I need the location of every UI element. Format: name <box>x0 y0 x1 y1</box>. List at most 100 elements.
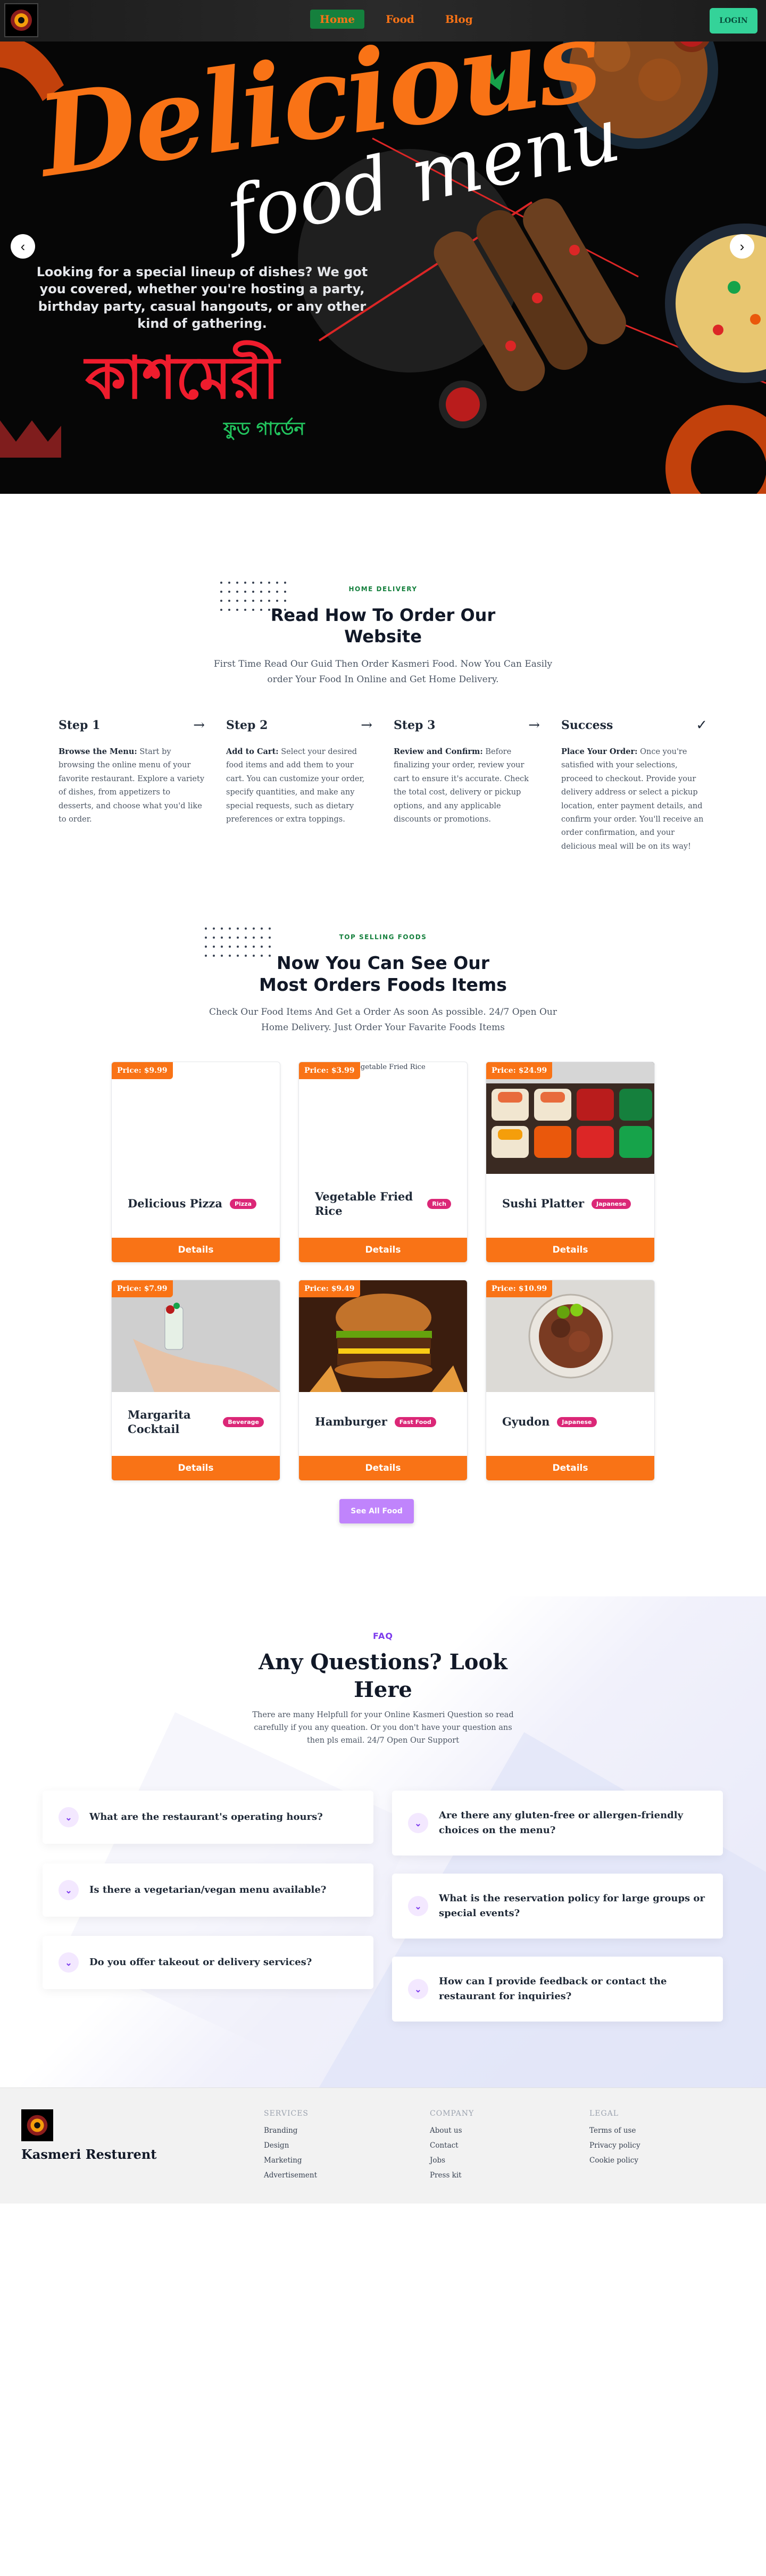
faq-question: Are there any gluten-free or allergen-fr… <box>439 1810 684 1836</box>
check-icon: ✓ <box>696 717 707 733</box>
carousel-next-button[interactable]: › <box>730 234 754 259</box>
price-badge: Price: $24.99 <box>486 1062 553 1079</box>
food-name: Gyudon <box>502 1415 550 1429</box>
step-title: Step 2 <box>226 718 268 732</box>
food-tag: Japanese <box>557 1417 597 1427</box>
footer-link[interactable]: Terms of use <box>589 2126 640 2135</box>
faq-title: Any Questions? Look Here <box>259 1650 507 1702</box>
step-title: Success <box>561 718 613 732</box>
chevron-down-icon: ⌄ <box>408 1896 428 1916</box>
footer-brand: Kasmeri Resturent <box>21 2147 157 2162</box>
food-card: Price: $10.99 Gyudon Japanese Details <box>486 1280 655 1481</box>
see-all-food-button[interactable]: See All Food <box>339 1499 414 1523</box>
hero-brand-subtitle: ফুড গার্ডেন <box>223 418 305 440</box>
hero-brand-logo: কাশমেরী <box>85 344 279 412</box>
faq-item[interactable]: ⌄ How can I provide feedback or contact … <box>392 1957 723 2022</box>
step-item: Step 1 → Browse the Menu: Start by browsi… <box>59 717 205 854</box>
logo[interactable] <box>4 3 38 37</box>
foods-eyebrow: TOP SELLING FOODS <box>339 933 427 941</box>
footer: Kasmeri Resturent SERVICES Branding Desi… <box>0 2088 766 2204</box>
section-description: First Time Read Our Guid Then Order Kasm… <box>213 659 553 685</box>
food-image-broken: Price: $9.99 <box>112 1062 280 1174</box>
price-badge: Price: $10.99 <box>486 1280 553 1297</box>
food-card: Price: $9.49 Hamburger Fast Food Details <box>298 1280 468 1481</box>
login-button[interactable]: LOGIN <box>710 8 757 34</box>
chevron-down-icon: ⌄ <box>408 1813 428 1833</box>
chevron-down-icon: ⌄ <box>59 1952 79 1973</box>
details-button[interactable]: Details <box>112 1238 280 1262</box>
carousel-prev-button[interactable]: ‹ <box>11 234 35 259</box>
chili-bowl <box>439 380 487 428</box>
faq-item[interactable]: ⌄ Is there a vegetarian/vegan menu avail… <box>43 1863 373 1917</box>
price-badge: Price: $9.49 <box>299 1280 360 1297</box>
details-button[interactable]: Details <box>486 1456 654 1480</box>
food-image-broken: Vegetable Fried Rice Price: $3.99 <box>299 1062 467 1174</box>
food-card: Vegetable Fried Rice Price: $3.99 Vegeta… <box>298 1062 468 1263</box>
food-image-gyudon: Price: $10.99 <box>486 1280 654 1392</box>
details-button[interactable]: Details <box>486 1238 654 1262</box>
footer-column-title: LEGAL <box>589 2109 619 2118</box>
chevron-down-icon: ⌄ <box>408 1979 428 1999</box>
food-name: Hamburger <box>315 1415 387 1429</box>
logo-icon <box>11 10 32 31</box>
footer-link[interactable]: Design <box>264 2141 317 2150</box>
footer-link[interactable]: Press kit <box>430 2171 474 2180</box>
arrow-right-icon: → <box>361 717 372 733</box>
price-badge: Price: $9.99 <box>112 1062 173 1079</box>
image-alt-text: Vegetable Fried Rice <box>352 1063 426 1071</box>
faq-description: There are many Helpfull for your Online … <box>252 1711 514 1745</box>
footer-column-legal: LEGAL Terms of use Privacy policy Cookie… <box>589 2109 640 2171</box>
step-item: Step 2 → Add to Cart: Select your desired… <box>226 717 372 854</box>
footer-link[interactable]: About us <box>430 2126 474 2135</box>
food-grid: Price: $9.99 Delicious Pizza Pizza Detail… <box>111 1062 655 1481</box>
food-card: Price: $24.99 Sushi Platter Japanese Deta… <box>486 1062 655 1263</box>
faq-question: Do you offer takeout or delivery service… <box>89 1957 312 1968</box>
logo-icon <box>27 2115 48 2136</box>
price-badge: Price: $3.99 <box>299 1062 360 1079</box>
faq-item[interactable]: ⌄ What is the reservation policy for lar… <box>392 1874 723 1939</box>
food-tag: Beverage <box>223 1417 264 1427</box>
navbar: Home Food Blog LOGIN <box>0 0 766 42</box>
step-body: Place Your Order: Once you're satisfied … <box>561 747 704 851</box>
faq-question: How can I provide feedback or contact th… <box>439 1976 667 2002</box>
footer-link[interactable]: Marketing <box>264 2156 317 2165</box>
food-card: Price: $9.99 Delicious Pizza Pizza Detail… <box>111 1062 280 1263</box>
food-name: Sushi Platter <box>502 1197 585 1211</box>
steps-list: Step 1 → Browse the Menu: Start by browsi… <box>59 717 707 854</box>
nav-links: Home Food Blog <box>310 10 482 29</box>
food-name: Vegetable Fried Rice <box>315 1189 413 1217</box>
food-image-sushi: Price: $24.99 <box>486 1062 654 1174</box>
footer-link[interactable]: Jobs <box>430 2156 474 2165</box>
nav-food-link[interactable]: Food <box>376 10 424 29</box>
step-body: Review and Confirm: Before finalizing yo… <box>394 747 529 824</box>
details-button[interactable]: Details <box>299 1238 467 1262</box>
arrow-right-icon: → <box>528 717 540 733</box>
food-name: Delicious Pizza <box>128 1197 222 1211</box>
faq-item[interactable]: ⌄ Are there any gluten-free or allergen-… <box>392 1791 723 1856</box>
footer-logo[interactable] <box>21 2109 53 2141</box>
food-name: Margarita Cocktail <box>128 1407 191 1436</box>
details-button[interactable]: Details <box>112 1456 280 1480</box>
faq-item[interactable]: ⌄ Do you offer takeout or delivery servi… <box>43 1936 373 1989</box>
nav-blog-link[interactable]: Blog <box>436 10 482 29</box>
hero-banner: Delicious food menu Looking for a specia… <box>0 0 766 494</box>
footer-column-services: SERVICES Branding Design Marketing Adver… <box>264 2109 317 2186</box>
food-tag: Fast Food <box>394 1417 436 1427</box>
footer-link[interactable]: Cookie policy <box>589 2156 640 2165</box>
footer-column-company: COMPANY About us Contact Jobs Press kit <box>430 2109 474 2186</box>
chevron-down-icon: ⌄ <box>59 1807 79 1827</box>
footer-link[interactable]: Advertisement <box>264 2171 317 2180</box>
footer-link[interactable]: Branding <box>264 2126 317 2135</box>
nav-home-link[interactable]: Home <box>310 10 365 29</box>
price-badge: Price: $7.99 <box>112 1280 173 1297</box>
faq-item[interactable]: ⌄ What are the restaurant's operating ho… <box>43 1791 373 1844</box>
how-to-order-section: HOME DELIVERY Read How To Order Our Webs… <box>0 494 766 866</box>
arrow-right-icon: → <box>193 717 205 733</box>
footer-link[interactable]: Privacy policy <box>589 2141 640 2150</box>
footer-column-title: SERVICES <box>264 2109 309 2118</box>
step-title: Step 3 <box>394 718 436 732</box>
details-button[interactable]: Details <box>299 1456 467 1480</box>
footer-link[interactable]: Contact <box>430 2141 474 2150</box>
faq-eyebrow: FAQ <box>372 1631 394 1641</box>
faq-question: Is there a vegetarian/vegan menu availab… <box>89 1884 327 1896</box>
